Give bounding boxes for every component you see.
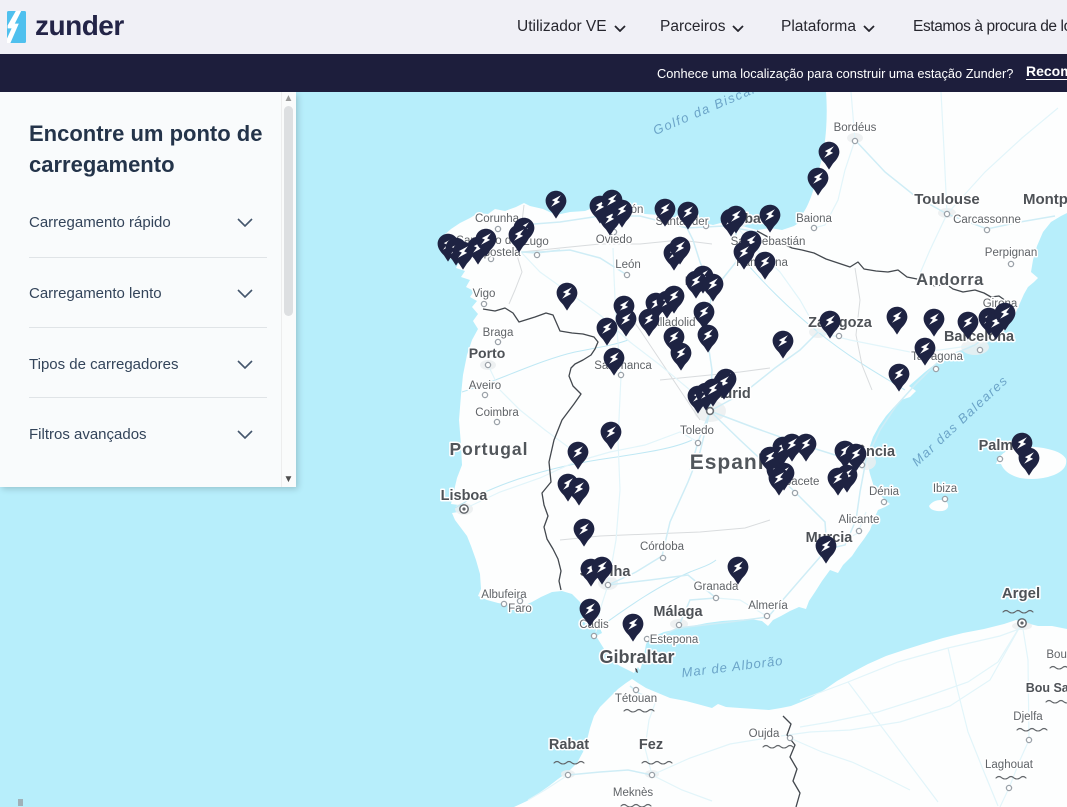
svg-text:Tétouan: Tétouan: [615, 693, 657, 705]
svg-text:Toulouse: Toulouse: [914, 191, 980, 208]
svg-text:León: León: [615, 259, 641, 271]
svg-text:Lisboa: Lisboa: [441, 488, 489, 504]
svg-text:Bordéus: Bordéus: [834, 122, 877, 134]
svg-text:Fez: Fez: [639, 737, 663, 753]
svg-text:Estepona: Estepona: [650, 634, 699, 646]
svg-text:Perpignan: Perpignan: [985, 247, 1037, 259]
svg-text:Coimbra: Coimbra: [475, 407, 519, 419]
svg-text:Rabat: Rabat: [549, 737, 589, 753]
svg-text:Granada: Granada: [694, 581, 739, 593]
svg-text:Argel: Argel: [1002, 585, 1040, 602]
svg-text:Almería: Almería: [748, 600, 788, 612]
svg-text:Montpellier: Montpellier: [1023, 191, 1067, 208]
svg-text:Carcassonne: Carcassonne: [953, 214, 1021, 226]
svg-text:Baiona: Baiona: [796, 213, 832, 225]
svg-text:Zaragoza: Zaragoza: [808, 315, 873, 331]
svg-text:Aveiro: Aveiro: [469, 380, 501, 392]
svg-text:Andorra: Andorra: [916, 271, 984, 289]
svg-text:Dénia: Dénia: [869, 486, 900, 498]
svg-text:Bou Saâda: Bou Saâda: [1026, 681, 1067, 695]
svg-text:Vigo: Vigo: [473, 288, 496, 300]
svg-text:Oujda: Oujda: [749, 728, 780, 740]
svg-text:Djelfa: Djelfa: [1013, 711, 1043, 723]
svg-text:Barcelona: Barcelona: [944, 329, 1015, 345]
svg-text:Cádis: Cádis: [579, 619, 609, 631]
svg-text:Alicante: Alicante: [839, 514, 880, 526]
svg-text:Málaga: Málaga: [653, 604, 703, 620]
svg-text:Oviedo: Oviedo: [596, 234, 632, 246]
svg-text:Portugal: Portugal: [450, 439, 529, 459]
svg-text:Braga: Braga: [483, 327, 514, 339]
svg-text:Laghouat: Laghouat: [985, 759, 1034, 771]
svg-text:Corunha: Corunha: [475, 213, 520, 225]
svg-text:Córdoba: Córdoba: [640, 541, 685, 553]
svg-text:Toledo: Toledo: [680, 425, 714, 437]
svg-text:Ibiza: Ibiza: [933, 483, 958, 495]
svg-text:Porto: Porto: [469, 345, 506, 361]
svg-text:Faro: Faro: [508, 603, 532, 615]
svg-text:Bouira: Bouira: [1046, 649, 1067, 661]
svg-text:Meknès: Meknès: [613, 787, 654, 799]
svg-text:Gibraltar: Gibraltar: [599, 647, 674, 667]
